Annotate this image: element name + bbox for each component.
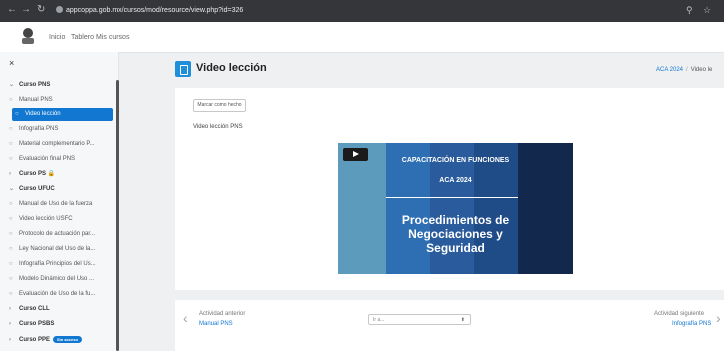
sidebar-item-label: Manual de Uso de la fuerza <box>19 201 93 207</box>
sidebar-item-label: Curso UFUC <box>19 186 55 192</box>
circle-icon: ○ <box>9 291 13 297</box>
nav-my-courses[interactable]: Mis cursos <box>96 34 129 41</box>
chevron-right-icon[interactable]: › <box>716 310 721 326</box>
circle-icon: ○ <box>9 126 13 132</box>
sidebar-item-label: Video lección <box>25 111 61 117</box>
status-badge: Sin acceso <box>53 335 82 343</box>
breadcrumb: ACA 2024/Video le <box>656 67 712 73</box>
video-topic-line: Negociaciones y <box>408 227 503 241</box>
sidebar-item-video-leccion[interactable]: ○ Video lección <box>12 108 113 121</box>
video-topic: Procedimientos de Negociaciones y Seguri… <box>338 213 573 255</box>
sidebar-item-infografia-principios[interactable]: ○ Infografía Principios del Us... <box>9 258 113 271</box>
sidebar-item-label: Protocolo de actuación par... <box>19 231 96 237</box>
sidebar-section-psbs[interactable]: › Curso PSBS <box>9 318 113 331</box>
sidebar-item-infografia-pns[interactable]: ○ Infografía PNS <box>9 123 113 136</box>
sidebar-scrollbar[interactable] <box>116 80 119 351</box>
video-topic-line: Seguridad <box>426 241 485 255</box>
breadcrumb-separator: / <box>686 67 688 73</box>
circle-icon: ○ <box>9 97 13 103</box>
video-title-line: CAPACITACIÓN EN FUNCIONES <box>401 157 510 164</box>
nav-dashboard[interactable]: Tablero <box>71 34 94 41</box>
sidebar-section-ppe[interactable]: › Curso PPE Sin acceso <box>9 334 113 347</box>
sidebar-item-label: Ley Nacional del Uso de la... <box>19 246 96 252</box>
sidebar-item-evaluacion-fuerza[interactable]: ○ Evaluación de Uso de la fu... <box>9 288 113 301</box>
page-title: Video lección <box>196 62 267 74</box>
browser-toolbar: ← → ↻ appcoppa.gob.mx/cursos/mod/resourc… <box>0 0 724 22</box>
next-activity-label: Actividad siguiente <box>654 311 705 317</box>
sidebar-item-label: Infografía PNS <box>19 126 59 132</box>
jump-to-select[interactable]: Ir a... ⬍ <box>368 314 471 325</box>
sidebar-item-label: Video lección USFC <box>19 216 73 222</box>
circle-icon: ○ <box>9 141 13 147</box>
circle-icon: ○ <box>9 201 13 207</box>
site-logo[interactable] <box>20 27 36 45</box>
file-icon <box>175 61 191 77</box>
sidebar-item-label: Modelo Dinámico del Uso ... <box>19 276 95 282</box>
video-subtitle-line: ACA 2024 <box>439 177 472 184</box>
circle-icon: ○ <box>9 156 13 162</box>
close-drawer-icon[interactable]: × <box>9 58 14 68</box>
chevron-right-icon: › <box>9 171 11 177</box>
select-caret-icon: ⬍ <box>460 317 465 323</box>
chevron-left-icon[interactable]: ‹ <box>183 310 188 326</box>
sidebar-section-ps[interactable]: › Curso PS 🔒 <box>9 168 113 181</box>
sidebar-item-modelo[interactable]: ○ Modelo Dinámico del Uso ... <box>9 273 113 286</box>
sidebar-item-label: Evaluación final PNS <box>19 156 76 162</box>
sidebar-item-label: Curso CLL <box>19 306 50 312</box>
video-divider <box>386 197 518 198</box>
breadcrumb-course[interactable]: ACA 2024 <box>656 67 683 73</box>
resource-description: Video lección PNS <box>193 124 243 130</box>
chevron-right-icon: › <box>9 321 11 327</box>
chevron-down-icon: ⌄ <box>9 186 15 192</box>
sidebar-item-label: Curso PNS <box>19 82 51 88</box>
search-icon[interactable]: ⚲ <box>686 5 693 16</box>
mark-as-done-button[interactable]: Marcar como hecho <box>193 99 246 112</box>
bookmark-star-icon[interactable]: ☆ <box>703 5 711 16</box>
sidebar-item-material[interactable]: ○ Material complementario P... <box>9 138 113 151</box>
sidebar-item-label: Manual PNS <box>19 97 53 103</box>
sidebar-item-evaluacion-pns[interactable]: ○ Evaluación final PNS <box>9 153 113 166</box>
jump-to-value: Ir a... <box>373 317 385 323</box>
sidebar-item-label: Evaluación de Uso de la fu... <box>19 291 96 297</box>
nav-home[interactable]: Inicio <box>49 34 65 41</box>
circle-icon: ○ <box>9 246 13 252</box>
activity-navigation <box>175 300 724 351</box>
sidebar-section-ufuc[interactable]: ⌄ Curso UFUC <box>9 183 113 196</box>
next-activity-link[interactable]: Infografía PNS <box>672 321 711 327</box>
sidebar-item-label: Curso PSBS <box>19 321 55 327</box>
sidebar-item-label: Infografía Principios del Us... <box>19 261 96 267</box>
circle-icon: ○ <box>9 231 13 237</box>
sidebar-section-pns[interactable]: ⌄ Curso PNS <box>9 79 113 92</box>
video-topic-line: Procedimientos de <box>401 213 510 227</box>
circle-icon: ○ <box>15 111 19 117</box>
sidebar-item-label: Curso PS 🔒 <box>19 171 56 177</box>
address-bar[interactable]: appcoppa.gob.mx/cursos/mod/resource/view… <box>66 3 243 19</box>
sidebar-item-protocolo[interactable]: ○ Protocolo de actuación par... <box>9 228 113 241</box>
breadcrumb-current: Video le <box>690 67 713 73</box>
video-player[interactable]: CAPACITACIÓN EN FUNCIONES ACA 2024 Proce… <box>338 143 573 274</box>
chevron-right-icon: › <box>9 306 11 312</box>
sidebar-item-manual-pns[interactable]: ○ Manual PNS <box>9 94 113 107</box>
sidebar-item-label: Material complementario P... <box>19 141 95 147</box>
sidebar-section-cll[interactable]: › Curso CLL <box>9 303 113 316</box>
back-icon[interactable]: ← <box>7 4 17 15</box>
sidebar-item-video-usfc[interactable]: ○ Video lección USFC <box>9 213 113 226</box>
prev-activity-label: Actividad anterior <box>199 311 246 317</box>
forward-icon[interactable]: → <box>21 4 31 15</box>
prev-activity-link[interactable]: Manual PNS <box>199 321 233 327</box>
chevron-right-icon: › <box>9 337 11 343</box>
sidebar-item-manual-fuerza[interactable]: ○ Manual de Uso de la fuerza <box>9 198 113 211</box>
circle-icon: ○ <box>9 216 13 222</box>
circle-icon: ○ <box>9 276 13 282</box>
chevron-down-icon: ⌄ <box>9 82 15 88</box>
site-info-icon[interactable] <box>56 6 63 13</box>
reload-icon[interactable]: ↻ <box>37 4 45 15</box>
circle-icon: ○ <box>9 261 13 267</box>
sidebar-item-label: Curso PPE <box>19 337 51 343</box>
sidebar-item-ley-nacional[interactable]: ○ Ley Nacional del Uso de la... <box>9 243 113 256</box>
